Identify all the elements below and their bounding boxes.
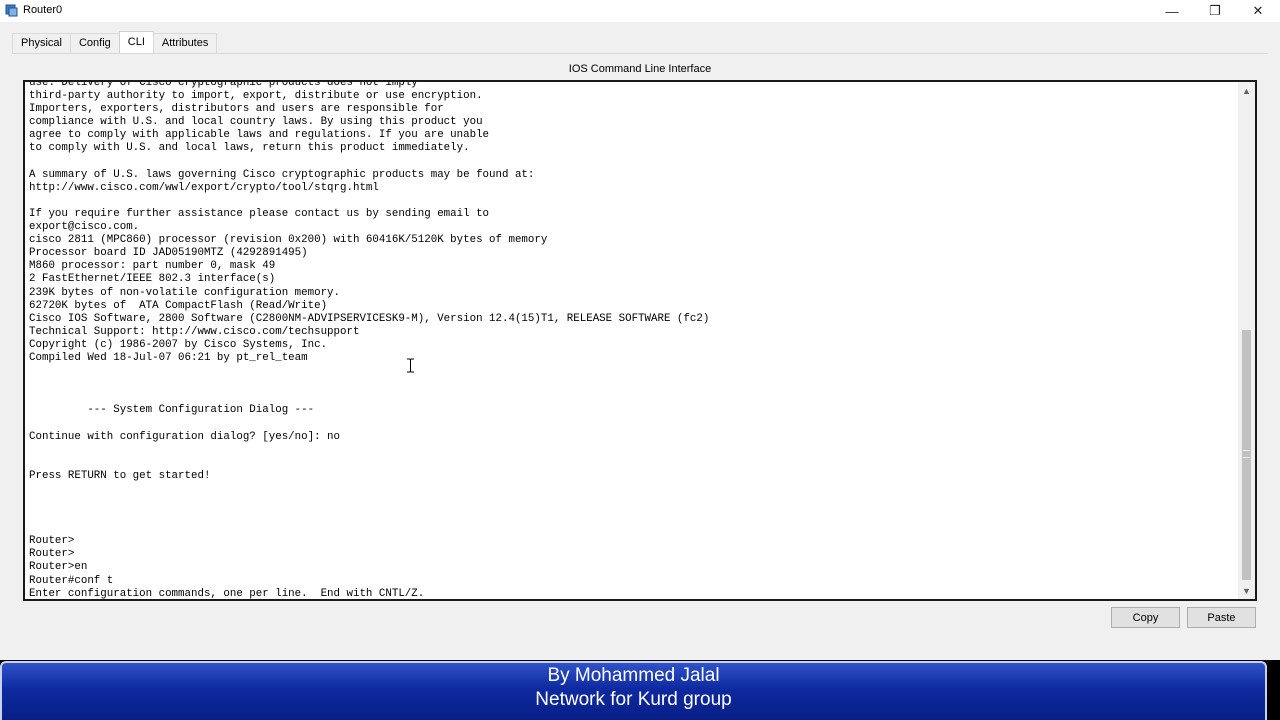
- terminal-line: compliance with U.S. and local country l…: [29, 116, 483, 129]
- terminal-line: --- System Configuration Dialog ---: [29, 404, 315, 417]
- window-title: Router0: [23, 4, 63, 16]
- close-button[interactable]: ✕: [1236, 0, 1280, 22]
- banner-group: Network for Kurd group: [535, 689, 732, 710]
- terminal-line: Router>en: [29, 561, 88, 574]
- terminal-line: use. Delivery of Cisco cryptographic pro…: [29, 80, 418, 89]
- scrollbar-grip: [1243, 450, 1250, 458]
- tab-panel-border: [12, 53, 1268, 54]
- terminal-line: If you require further assistance please…: [29, 207, 490, 220]
- terminal-line: Press RETURN to get started!: [29, 469, 211, 482]
- terminal-line: Cisco IOS Software, 2800 Software (C2800…: [29, 312, 710, 325]
- router-window: Router0 — ❐ ✕ Physical Config CLI Attrib…: [0, 0, 1280, 720]
- terminal-line: A summary of U.S. laws governing Cisco c…: [29, 168, 535, 181]
- cli-terminal[interactable]: use. Delivery of Cisco cryptographic pro…: [23, 80, 1257, 601]
- chevron-down-icon[interactable]: ▼: [1238, 582, 1255, 599]
- terminal-line: agree to comply with applicable laws and…: [29, 129, 490, 142]
- tab-attributes[interactable]: Attributes: [152, 33, 218, 53]
- banner-author: By Mohammed Jalal: [547, 665, 720, 686]
- terminal-line: Router>: [29, 535, 75, 548]
- terminal-line: Copyright (c) 1986-2007 by Cisco Systems…: [29, 338, 328, 351]
- terminal-line: Enter configuration commands, one per li…: [29, 587, 425, 600]
- cli-header: IOS Command Line Interface: [568, 63, 712, 75]
- banner-text: By Mohammed Jalal Network for Kurd group: [0, 664, 1267, 712]
- terminal-line: M860 processor: part number 0, mask 49: [29, 260, 276, 273]
- copy-button[interactable]: Copy: [1111, 607, 1180, 628]
- terminal-line: http://www.cisco.com/wwl/export/crypto/t…: [29, 181, 379, 194]
- tab-physical[interactable]: Physical: [12, 33, 71, 53]
- terminal-line: 62720K bytes of ATA CompactFlash (Read/W…: [29, 299, 328, 312]
- text-cursor-icon: [407, 358, 414, 373]
- terminal-line: Continue with configuration dialog? [yes…: [29, 430, 341, 443]
- terminal-line: Router>: [29, 548, 75, 561]
- scrollbar-thumb[interactable]: [1242, 330, 1251, 580]
- terminal-line: Processor board ID JAD05190MTZ (42928914…: [29, 247, 308, 260]
- terminal-line: Compiled Wed 18-Jul-07 06:21 by pt_rel_t…: [29, 351, 308, 364]
- paste-button[interactable]: Paste: [1187, 607, 1256, 628]
- terminal-line: 2 FastEthernet/IEEE 802.3 interface(s): [29, 273, 276, 286]
- title-bar: Router0 — ❐ ✕: [0, 0, 1280, 22]
- terminal-line: Importers, exporters, distributors and u…: [29, 103, 444, 116]
- terminal-output[interactable]: use. Delivery of Cisco cryptographic pro…: [29, 80, 1234, 600]
- tab-bar: Physical Config CLI Attributes: [12, 31, 218, 54]
- terminal-line: cisco 2811 (MPC860) processor (revision …: [29, 234, 548, 247]
- minimize-button[interactable]: —: [1150, 0, 1194, 22]
- terminal-line: Router#conf t: [29, 574, 114, 587]
- terminal-line: Technical Support: http://www.cisco.com/…: [29, 325, 360, 338]
- chevron-up-icon[interactable]: ▲: [1238, 82, 1255, 99]
- tab-cli[interactable]: CLI: [118, 31, 154, 53]
- terminal-line: 239K bytes of non-volatile configuration…: [29, 286, 341, 299]
- terminal-scrollbar[interactable]: ▲ ▼: [1238, 82, 1255, 599]
- router-app-icon: [5, 4, 18, 17]
- tab-config[interactable]: Config: [69, 33, 120, 53]
- restore-button[interactable]: ❐: [1193, 0, 1237, 22]
- terminal-line: third-party authority to import, export,…: [29, 90, 483, 103]
- terminal-line: to comply with U.S. and local laws, retu…: [29, 142, 470, 155]
- terminal-line: export@cisco.com.: [29, 221, 140, 234]
